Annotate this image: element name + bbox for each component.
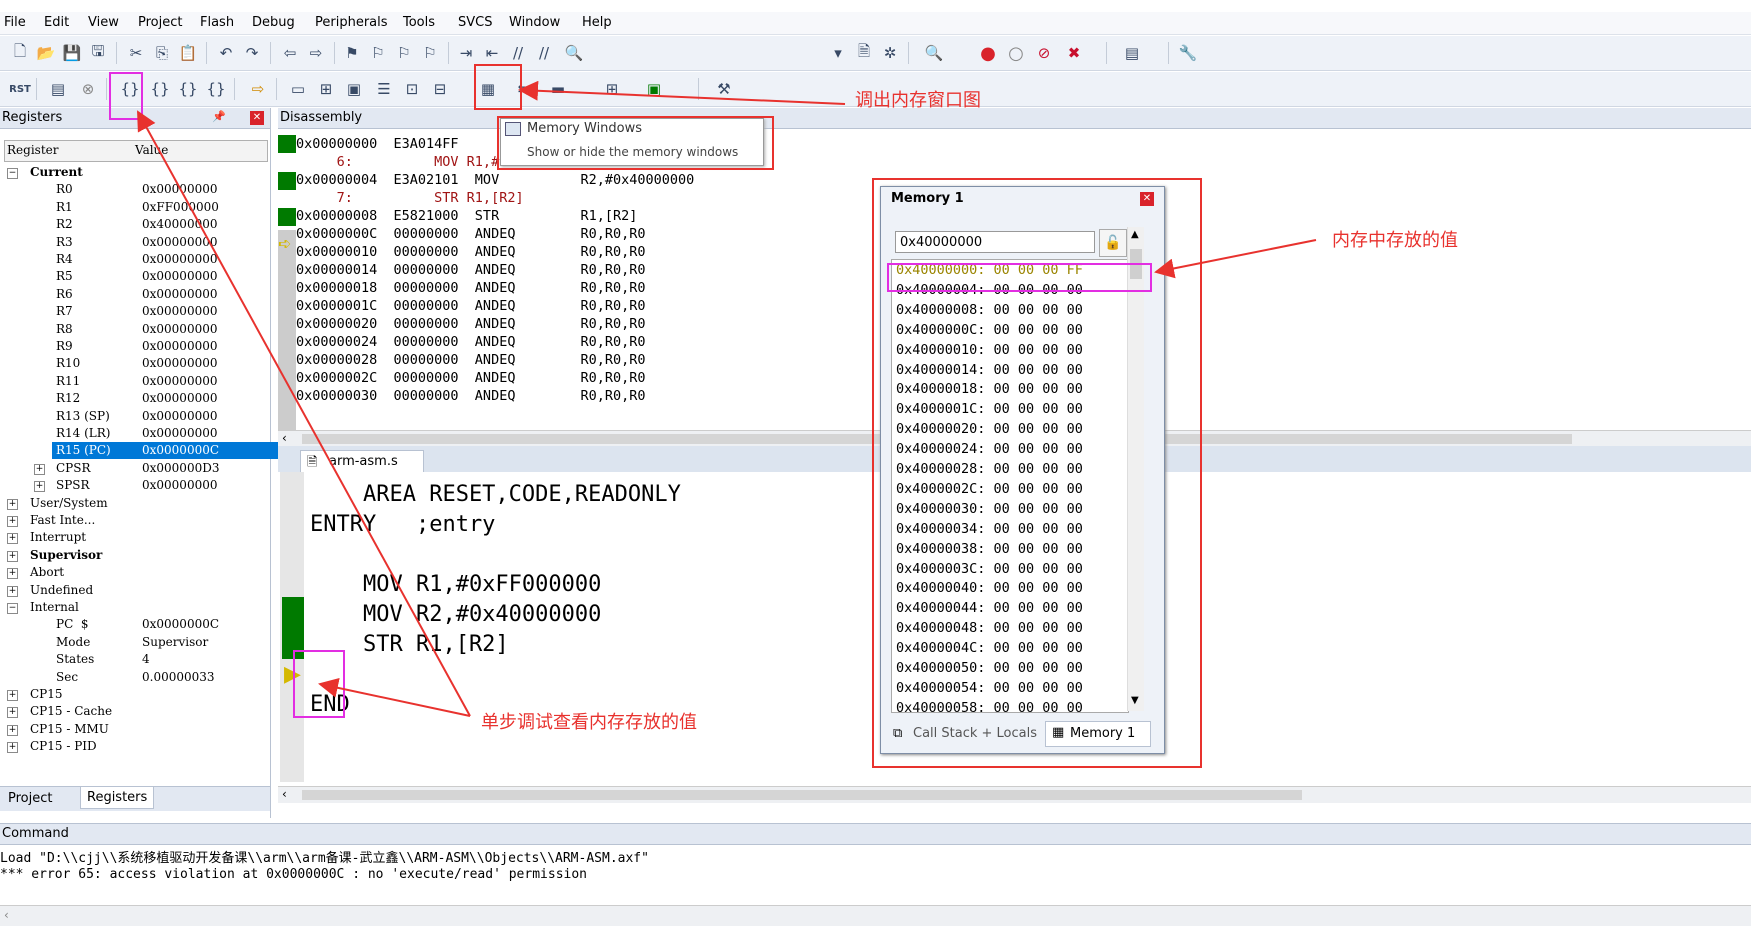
arrow-step-button [137, 110, 471, 717]
annotation-step-debug: 单步调试查看内存存放的值 [481, 712, 697, 733]
arrow-memory-button [518, 80, 846, 105]
arrow-memory-value [1154, 239, 1317, 279]
annotation-memory-value: 内存中存放的值 [1332, 230, 1458, 251]
arrow-current-line [318, 677, 471, 717]
annotation-arrows [137, 80, 1317, 717]
annotation-memory-window: 调出内存窗口图 [855, 90, 981, 111]
